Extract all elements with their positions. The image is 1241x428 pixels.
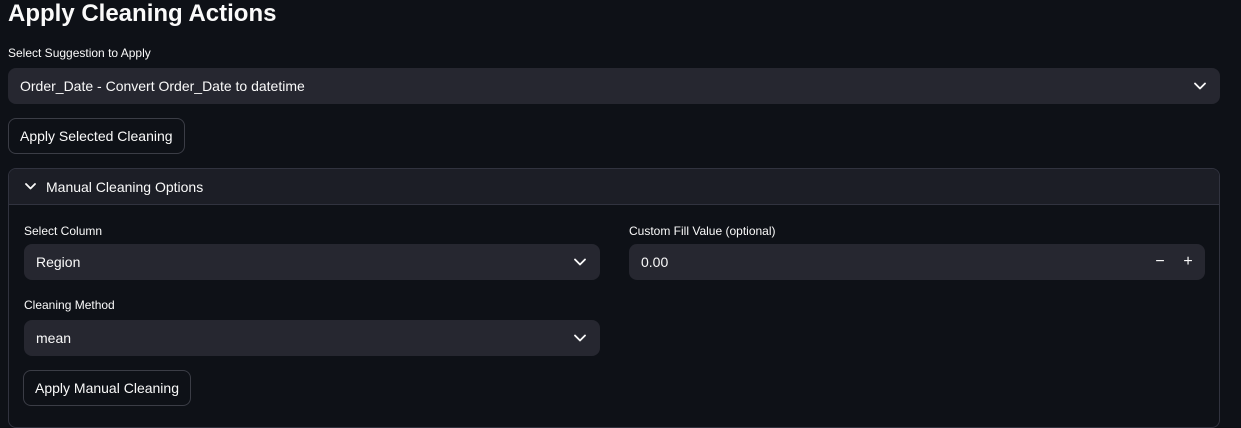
column-selected-value: Region (36, 254, 81, 270)
fill-value-text[interactable]: 0.00 (629, 254, 1146, 270)
suggestion-select[interactable]: Order_Date - Convert Order_Date to datet… (8, 68, 1220, 104)
cleaning-method-select[interactable]: mean (24, 320, 600, 356)
chevron-down-icon (23, 180, 37, 194)
increment-button[interactable]: + (1174, 244, 1202, 280)
decrement-button[interactable]: − (1146, 244, 1174, 280)
fill-value-input[interactable]: 0.00 − + (629, 244, 1205, 280)
manual-cleaning-expander-header[interactable]: Manual Cleaning Options (9, 169, 1219, 205)
cleaning-method-selected-value: mean (36, 330, 72, 346)
suggestion-selected-value: Order_Date - Convert Order_Date to datet… (20, 78, 305, 94)
column-select[interactable]: Region (24, 244, 600, 280)
manual-cleaning-expander: Manual Cleaning Options Select Column Re… (8, 168, 1220, 428)
chevron-down-icon (572, 330, 588, 346)
chevron-down-icon (572, 254, 588, 270)
page-title: Apply Cleaning Actions (8, 0, 277, 27)
apply-selected-cleaning-button[interactable]: Apply Selected Cleaning (8, 118, 185, 154)
expander-title: Manual Cleaning Options (46, 178, 204, 195)
chevron-down-icon (1192, 78, 1208, 94)
cleaning-method-label: Cleaning Method (24, 298, 115, 312)
suggestion-label: Select Suggestion to Apply (8, 46, 151, 60)
fill-value-label: Custom Fill Value (optional) (629, 224, 776, 238)
column-select-label: Select Column (24, 224, 103, 238)
apply-manual-cleaning-button[interactable]: Apply Manual Cleaning (23, 370, 191, 406)
